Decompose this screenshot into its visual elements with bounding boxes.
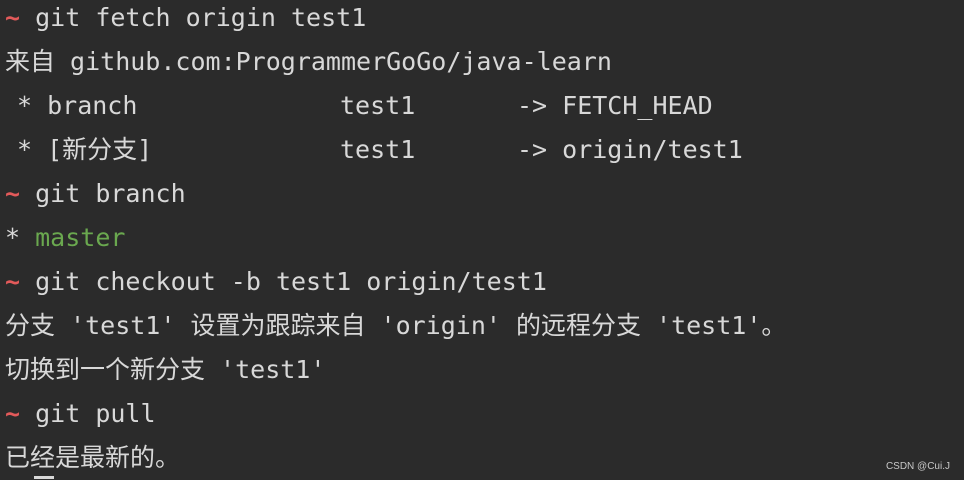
command-line-pull: ~ git pull (5, 392, 156, 436)
command-text: git branch (35, 179, 186, 208)
terminal-window[interactable]: ~ git fetch origin test1 来自 github.com:P… (0, 0, 964, 480)
current-branch-name: master (35, 223, 126, 252)
output-switched-message: 切换到一个新分支 'test1' (5, 355, 326, 384)
watermark: CSDN @Cui.J (885, 461, 950, 472)
ref-target: -> FETCH_HEAD (517, 91, 713, 120)
command-text: git fetch origin test1 (35, 3, 367, 32)
current-branch-marker: * (5, 223, 36, 252)
ref-type: * [新分支] (17, 135, 153, 164)
prompt-tilde: ~ (5, 3, 21, 32)
ref-target: -> origin/test1 (517, 135, 743, 164)
output-tracking-message: 分支 'test1' 设置为跟踪来自 'origin' 的远程分支 'test1… (5, 311, 787, 340)
prompt-tilde: ~ (5, 267, 21, 296)
ref-type: * branch (17, 91, 138, 120)
command-text: git pull (35, 399, 156, 428)
prompt-tilde: ~ (5, 179, 21, 208)
command-line-branch: ~ git branch (5, 172, 186, 216)
output-up-to-date: 已经是最新的。 (5, 443, 181, 472)
ref-name: test1 (340, 135, 416, 164)
output-from-remote: 来自 github.com:ProgrammerGoGo/java-learn (5, 47, 612, 76)
branch-list-item: * master (5, 216, 125, 260)
command-line-fetch: ~ git fetch origin test1 (5, 0, 366, 40)
prompt-tilde: ~ (5, 399, 21, 428)
fetch-output-row: * [新分支] test1 -> origin/test1 (5, 128, 743, 172)
command-line-checkout: ~ git checkout -b test1 origin/test1 (5, 260, 547, 304)
fetch-output-row: * branch test1 -> FETCH_HEAD (5, 84, 713, 128)
command-text: git checkout -b test1 origin/test1 (35, 267, 547, 296)
terminal-cursor (34, 476, 54, 479)
ref-name: test1 (340, 91, 416, 120)
